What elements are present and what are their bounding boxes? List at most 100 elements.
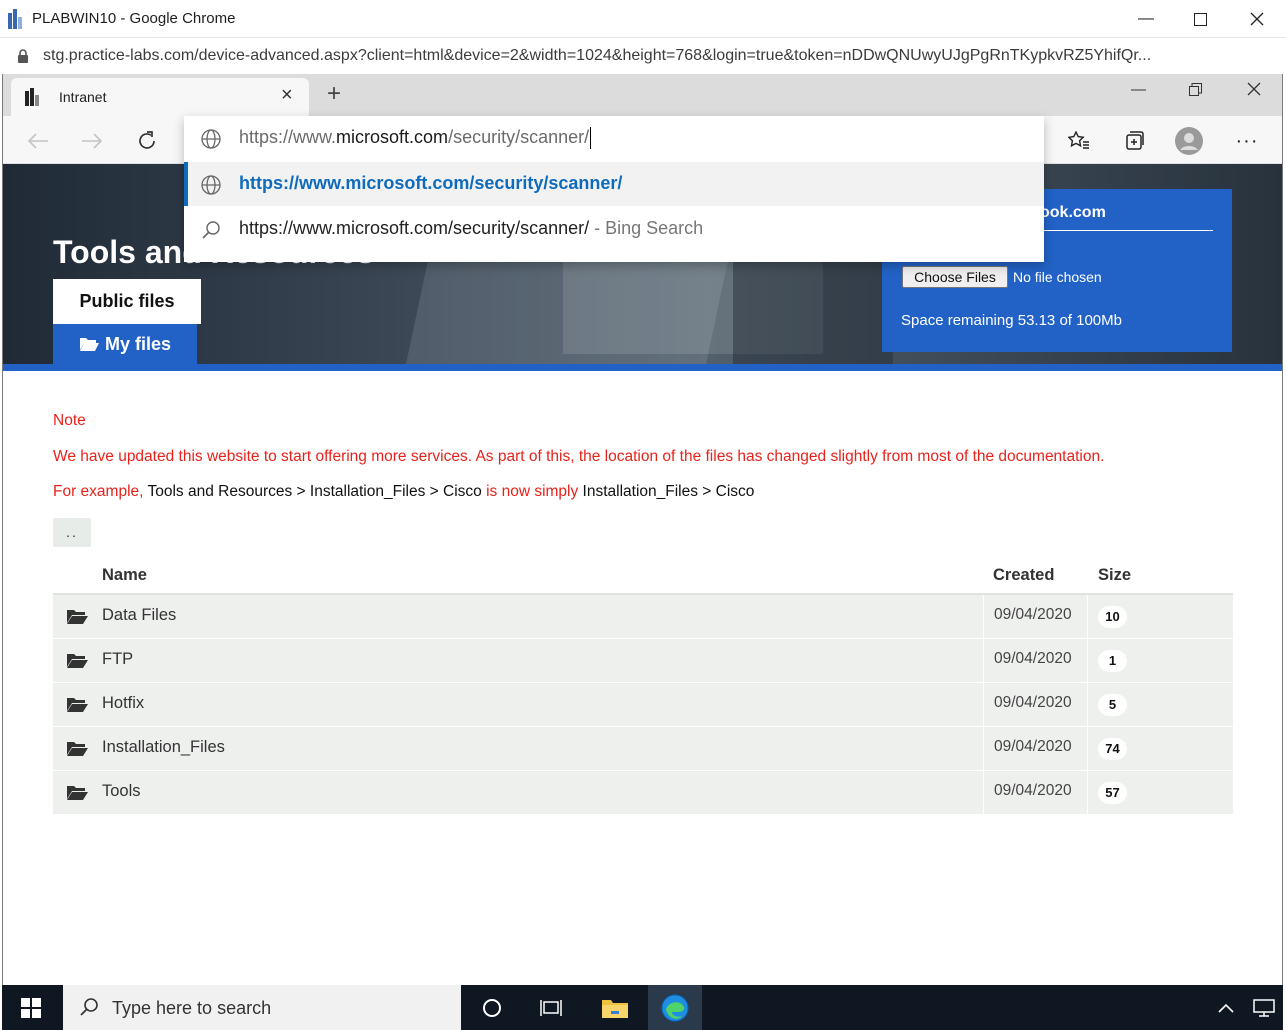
outer-url-text: stg.practice-labs.com/device-advanced.as…: [43, 47, 1152, 64]
created-date: 09/04/2020: [994, 738, 1072, 755]
file-name[interactable]: Data Files: [102, 606, 176, 625]
table-row[interactable]: Data Files 09/04/2020 10: [53, 595, 1233, 639]
folder-icon: [602, 999, 628, 1018]
search-icon: [80, 998, 98, 1016]
favorites-button[interactable]: [1064, 126, 1094, 156]
cortana-button[interactable]: [465, 985, 519, 1030]
close-tab-icon[interactable]: ×: [281, 84, 293, 107]
created-date: 09/04/2020: [994, 650, 1072, 667]
note-new-path: Installation_Files > Cisco: [582, 483, 755, 500]
omnibox-dropdown: https://www.microsoft.com/security/scann…: [184, 116, 1044, 262]
show-hidden-icons-button[interactable]: [1206, 985, 1246, 1030]
no-file-chosen-text: No file chosen: [1013, 269, 1102, 285]
site-favicon-icon: [25, 88, 39, 106]
star-list-icon: [1068, 131, 1089, 149]
task-view-button[interactable]: [524, 985, 578, 1030]
file-name[interactable]: Installation_Files: [102, 738, 225, 757]
tab-public-files[interactable]: Public files: [53, 279, 201, 324]
globe-icon: [201, 175, 221, 195]
network-status-button[interactable]: [1246, 985, 1282, 1030]
chevron-up-icon: [1218, 1003, 1234, 1013]
file-table: Name Created Size Data Files 09/04/2020 …: [53, 559, 1233, 815]
minimize-button[interactable]: —: [1118, 0, 1174, 38]
profile-button[interactable]: [1174, 126, 1204, 156]
folder-open-icon: [67, 786, 88, 800]
lock-icon: [18, 49, 28, 63]
created-date: 09/04/2020: [994, 606, 1072, 623]
omnibox-suggestion-url[interactable]: https://www.microsoft.com/security/scann…: [184, 162, 1044, 206]
remote-desktop-frame: Intranet × + — ··· Tools and Public file…: [2, 74, 1283, 1030]
edge-taskbar-button[interactable]: [648, 985, 702, 1030]
close-window-button[interactable]: [1229, 0, 1285, 38]
size-badge: 5: [1098, 694, 1127, 716]
table-body: Data Files 09/04/2020 10 FTP 09/04/2020 …: [53, 595, 1233, 815]
cortana-circle-icon: [483, 998, 501, 1017]
address-input[interactable]: https://www.microsoft.com/security/scann…: [184, 116, 1044, 162]
outer-address-bar[interactable]: stg.practice-labs.com/device-advanced.as…: [0, 38, 1286, 74]
tab-intranet[interactable]: Intranet ×: [11, 78, 309, 116]
suggestion-text: https://www.microsoft.com/security/scann…: [239, 218, 704, 238]
refresh-button[interactable]: [132, 126, 162, 156]
column-divider: [1087, 639, 1088, 683]
table-row[interactable]: Installation_Files 09/04/2020 74: [53, 727, 1233, 771]
size-badge: 1: [1098, 650, 1127, 672]
maximize-icon: [1193, 12, 1207, 26]
table-row[interactable]: Hotfix 09/04/2020 5: [53, 683, 1233, 727]
column-header-created[interactable]: Created: [993, 566, 1054, 585]
search-icon: [202, 221, 220, 239]
note-line-2: For example, Tools and Resources > Insta…: [53, 483, 754, 501]
file-name[interactable]: Tools: [102, 782, 141, 801]
edge-browser-icon: [661, 994, 689, 1021]
forward-button[interactable]: [77, 126, 107, 156]
new-tab-button[interactable]: +: [319, 80, 349, 110]
created-date: 09/04/2020: [994, 782, 1072, 799]
collections-button[interactable]: [1119, 126, 1149, 156]
globe-icon: [201, 129, 221, 149]
space-remaining-text: Space remaining 53.13 of 100Mb: [901, 312, 1122, 329]
settings-more-button[interactable]: ···: [1232, 126, 1262, 156]
hero-bottom-bar: [3, 364, 1282, 371]
collections-icon: [1126, 131, 1144, 150]
network-icon: [1253, 998, 1275, 1017]
column-divider: [1087, 683, 1088, 727]
windows-taskbar: Type here to search: [2, 985, 1283, 1030]
account-email: ook.com: [1040, 204, 1106, 221]
column-divider: [1087, 727, 1088, 771]
size-badge: 74: [1098, 738, 1127, 760]
choose-files-button[interactable]: Choose Files: [902, 266, 1008, 288]
tab-my-files[interactable]: My files: [53, 324, 197, 364]
back-button[interactable]: [23, 126, 53, 156]
size-badge: 10: [1098, 606, 1127, 628]
file-name[interactable]: FTP: [102, 650, 133, 669]
search-placeholder: Type here to search: [112, 998, 272, 1018]
address-text: https://www.microsoft.com/security/scann…: [239, 127, 592, 150]
note-line-1: We have updated this website to start of…: [53, 448, 1105, 465]
start-button[interactable]: [2, 985, 60, 1030]
column-header-name[interactable]: Name: [102, 566, 147, 585]
edge-restore-button[interactable]: [1167, 74, 1224, 104]
folder-open-icon: [79, 338, 99, 351]
note-line-2-mid: is now simply: [481, 483, 583, 500]
file-name[interactable]: Hotfix: [102, 694, 144, 713]
omnibox-suggestion-search[interactable]: https://www.microsoft.com/security/scann…: [184, 207, 1044, 251]
folder-open-icon: [67, 654, 88, 668]
parent-directory-button[interactable]: ..: [53, 518, 91, 547]
edge-minimize-button[interactable]: —: [1110, 74, 1167, 104]
selection-indicator: [184, 162, 188, 206]
column-header-size[interactable]: Size: [1098, 566, 1131, 585]
column-divider: [983, 727, 984, 771]
column-divider: [983, 639, 984, 683]
back-arrow-icon: [27, 133, 48, 149]
note-line-2-prefix: For example,: [53, 483, 148, 500]
minimize-icon: —: [1138, 10, 1154, 27]
column-divider: [983, 771, 984, 815]
folder-open-icon: [67, 742, 88, 756]
taskbar-search-box[interactable]: Type here to search: [63, 985, 461, 1030]
maximize-button[interactable]: [1172, 0, 1228, 38]
table-row[interactable]: Tools 09/04/2020 57: [53, 771, 1233, 815]
restore-icon: [1189, 82, 1202, 96]
file-explorer-button[interactable]: [588, 985, 642, 1030]
table-row[interactable]: FTP 09/04/2020 1: [53, 639, 1233, 683]
edge-close-button[interactable]: [1225, 74, 1282, 104]
size-badge: 57: [1098, 782, 1127, 804]
